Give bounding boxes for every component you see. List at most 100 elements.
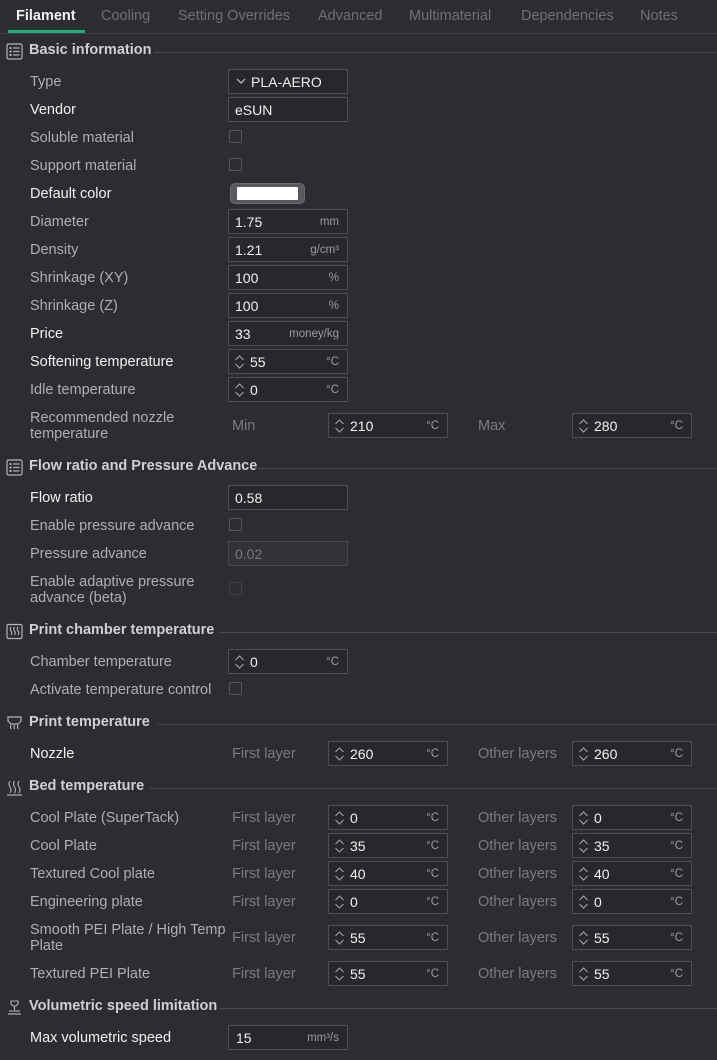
price-field[interactable]: 33 money/kg (228, 321, 348, 346)
adaptive-pressure-advance-checkbox[interactable] (229, 582, 242, 595)
other-layers-label: Other layers (478, 866, 557, 882)
enable-pressure-advance-checkbox[interactable] (229, 518, 242, 531)
softening-temperature-spinner[interactable]: 55 °C (228, 349, 348, 374)
spin-arrows-icon[interactable] (334, 966, 345, 982)
plate-other-layers-spinner[interactable]: 55 °C (572, 961, 692, 986)
unit-label: °C (426, 420, 439, 432)
default-color-label: Default color (30, 186, 112, 202)
tab-cooling[interactable]: Cooling (101, 8, 150, 24)
nozzle-temp-max-spinner[interactable]: 280 °C (572, 413, 692, 438)
section-title: Basic information (29, 42, 152, 58)
plate-other-layers-value: 0 (594, 894, 602, 910)
spin-arrows-icon[interactable] (578, 810, 589, 826)
spin-arrows-icon[interactable] (334, 930, 345, 946)
support-material-label: Support material (30, 158, 137, 174)
flow-ratio-field[interactable]: 0.58 (228, 485, 348, 510)
spin-arrows-icon[interactable] (578, 966, 589, 982)
density-field[interactable]: 1.21 g/cm³ (228, 237, 348, 262)
unit-label: °C (326, 356, 339, 368)
shrinkage-xy-field[interactable]: 100 % (228, 265, 348, 290)
plate-other-layers-spinner[interactable]: 35 °C (572, 833, 692, 858)
plate-other-layers-spinner[interactable]: 0 °C (572, 889, 692, 914)
unit-label: % (328, 272, 339, 284)
plate-other-layers-spinner[interactable]: 0 °C (572, 805, 692, 830)
section-volumetric-speed: Volumetric speed limitation (0, 997, 717, 1017)
bed-heat-icon (7, 780, 22, 796)
adaptive-pa-label-line2: advance (beta) (30, 590, 127, 606)
spin-arrows-icon[interactable] (578, 930, 589, 946)
shrinkage-z-field[interactable]: 100 % (228, 293, 348, 318)
plate-name: Textured Cool plate (30, 866, 155, 882)
unit-label: °C (670, 868, 683, 880)
plate-first-layer-spinner[interactable]: 55 °C (328, 925, 448, 950)
spin-arrows-icon[interactable] (578, 838, 589, 854)
flow-ratio-label: Flow ratio (30, 490, 93, 506)
plate-other-layers-value: 35 (594, 838, 610, 854)
support-material-checkbox[interactable] (229, 158, 242, 171)
shrinkage-xy-label: Shrinkage (XY) (30, 270, 129, 286)
plate-other-layers-value: 0 (594, 810, 602, 826)
spin-arrows-icon[interactable] (234, 382, 245, 398)
unit-label: °C (670, 748, 683, 760)
plate-name: Cool Plate (30, 838, 97, 854)
diameter-field[interactable]: 1.75 mm (228, 209, 348, 234)
unit-label: °C (426, 748, 439, 760)
unit-label: °C (670, 896, 683, 908)
activate-temperature-control-label: Activate temperature control (30, 682, 212, 698)
shrinkage-xy-value: 100 (235, 270, 259, 286)
default-color-button[interactable] (230, 183, 305, 204)
first-layer-label: First layer (232, 746, 296, 762)
tab-advanced[interactable]: Advanced (318, 8, 383, 24)
plate-other-layers-spinner[interactable]: 55 °C (572, 925, 692, 950)
plate-first-layer-spinner[interactable]: 55 °C (328, 961, 448, 986)
nozzle-first-layer-spinner[interactable]: 260 °C (328, 741, 448, 766)
plate-first-layer-spinner[interactable]: 0 °C (328, 889, 448, 914)
plate-first-layer-value: 55 (350, 930, 366, 946)
nozzle-other-layers-spinner[interactable]: 260 °C (572, 741, 692, 766)
spin-arrows-icon[interactable] (334, 418, 345, 434)
nozzle-temp-max-value: 280 (594, 418, 618, 434)
plate-first-layer-spinner[interactable]: 35 °C (328, 833, 448, 858)
soluble-material-checkbox[interactable] (229, 130, 242, 143)
spin-arrows-icon[interactable] (234, 354, 245, 370)
tab-filament[interactable]: Filament (16, 8, 76, 24)
section-title: Volumetric speed limitation (29, 998, 218, 1014)
unit-label: °C (670, 932, 683, 944)
spin-arrows-icon[interactable] (578, 746, 589, 762)
unit-label: mm (319, 216, 339, 228)
activate-temperature-control-checkbox[interactable] (229, 682, 242, 695)
section-flow-ratio: Flow ratio and Pressure Advance (0, 457, 717, 477)
chamber-temperature-value: 0 (250, 654, 258, 670)
spin-arrows-icon[interactable] (334, 810, 345, 826)
spin-arrows-icon[interactable] (334, 746, 345, 762)
spin-arrows-icon[interactable] (578, 894, 589, 910)
chamber-temperature-spinner[interactable]: 0 °C (228, 649, 348, 674)
unit-label: °C (670, 968, 683, 980)
list-icon (6, 43, 23, 60)
section-divider (154, 52, 717, 53)
idle-temperature-spinner[interactable]: 0 °C (228, 377, 348, 402)
density-label: Density (30, 242, 79, 258)
spin-arrows-icon[interactable] (578, 866, 589, 882)
tab-dependencies[interactable]: Dependencies (521, 8, 614, 24)
plate-other-layers-spinner[interactable]: 40 °C (572, 861, 692, 886)
spin-arrows-icon[interactable] (334, 838, 345, 854)
first-layer-label: First layer (232, 930, 296, 946)
spin-arrows-icon[interactable] (334, 894, 345, 910)
type-dropdown[interactable]: PLA-AERO (228, 69, 348, 94)
pressure-advance-value: 0.02 (235, 546, 263, 562)
pressure-advance-field[interactable]: 0.02 (228, 541, 348, 566)
unit-label: °C (326, 656, 339, 668)
tab-notes[interactable]: Notes (640, 8, 678, 24)
spin-arrows-icon[interactable] (334, 866, 345, 882)
tab-setting-overrides[interactable]: Setting Overrides (178, 8, 290, 24)
section-divider (255, 468, 717, 469)
vendor-field[interactable]: eSUN (228, 97, 348, 122)
plate-first-layer-spinner[interactable]: 0 °C (328, 805, 448, 830)
max-volumetric-speed-field[interactable]: 15 mm³/s (228, 1025, 348, 1050)
spin-arrows-icon[interactable] (578, 418, 589, 434)
spin-arrows-icon[interactable] (234, 654, 245, 670)
plate-first-layer-spinner[interactable]: 40 °C (328, 861, 448, 886)
tab-multimaterial[interactable]: Multimaterial (409, 8, 491, 24)
nozzle-temp-min-spinner[interactable]: 210 °C (328, 413, 448, 438)
